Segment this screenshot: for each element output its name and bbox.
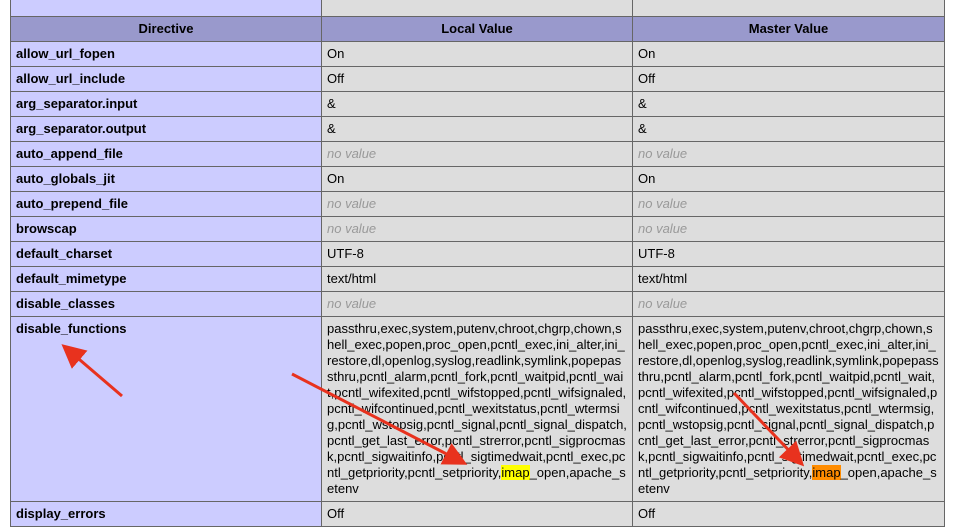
highlight-master: imap xyxy=(812,465,841,480)
table-row: browscap no value no value xyxy=(10,216,945,242)
local-value: no value xyxy=(321,216,633,242)
value-text: passthru,exec,system,putenv,chroot,chgrp… xyxy=(638,321,939,480)
master-value: text/html xyxy=(632,266,945,292)
table-row: auto_prepend_file no value no value xyxy=(10,191,945,217)
table-row: auto_globals_jit On On xyxy=(10,166,945,192)
master-value: & xyxy=(632,116,945,142)
directive-name: disable_classes xyxy=(10,291,322,317)
local-value: UTF-8 xyxy=(321,241,633,267)
table-row: arg_separator.input & & xyxy=(10,91,945,117)
directive-name: default_mimetype xyxy=(10,266,322,292)
master-value: no value xyxy=(632,216,945,242)
directive-name: auto_prepend_file xyxy=(10,191,322,217)
master-value: passthru,exec,system,putenv,chroot,chgrp… xyxy=(632,316,945,502)
table-header-row: Directive Local Value Master Value xyxy=(10,16,945,42)
table-row: arg_separator.output & & xyxy=(10,116,945,142)
local-value: no value xyxy=(321,191,633,217)
phpinfo-core-section: Directive Local Value Master Value allow… xyxy=(10,0,945,527)
local-value: & xyxy=(321,91,633,117)
directive-table: Directive Local Value Master Value xyxy=(10,0,945,42)
previous-table-row xyxy=(10,0,945,17)
master-value: Off xyxy=(632,501,945,527)
table-row-disable-functions: disable_functions passthru,exec,system,p… xyxy=(10,316,945,502)
table-row: default_mimetype text/html text/html xyxy=(10,266,945,292)
directive-name: display_errors xyxy=(10,501,322,527)
previous-local-cell xyxy=(321,0,633,17)
master-value: Off xyxy=(632,66,945,92)
master-value: On xyxy=(632,166,945,192)
directive-name: arg_separator.output xyxy=(10,116,322,142)
no-value-text: no value xyxy=(327,146,377,161)
master-value: no value xyxy=(632,141,945,167)
previous-directive-cell xyxy=(10,0,322,17)
local-value: On xyxy=(321,41,633,67)
directive-name: disable_functions xyxy=(10,316,322,502)
no-value-text: no value xyxy=(327,296,377,311)
table-row: disable_classes no value no value xyxy=(10,291,945,317)
no-value-text: no value xyxy=(638,196,688,211)
table-row: allow_url_fopen On On xyxy=(10,41,945,67)
master-value: no value xyxy=(632,291,945,317)
header-master-value: Master Value xyxy=(632,16,945,42)
local-value: passthru,exec,system,putenv,chroot,chgrp… xyxy=(321,316,633,502)
local-value: text/html xyxy=(321,266,633,292)
table-row: default_charset UTF-8 UTF-8 xyxy=(10,241,945,267)
master-value: no value xyxy=(632,191,945,217)
master-value: UTF-8 xyxy=(632,241,945,267)
no-value-text: no value xyxy=(327,221,377,236)
directive-name: default_charset xyxy=(10,241,322,267)
value-text: passthru,exec,system,putenv,chroot,chgrp… xyxy=(327,321,627,480)
directive-name: allow_url_include xyxy=(10,66,322,92)
local-value: Off xyxy=(321,66,633,92)
table-row: allow_url_include Off Off xyxy=(10,66,945,92)
directive-name: browscap xyxy=(10,216,322,242)
directive-name: allow_url_fopen xyxy=(10,41,322,67)
directive-name: auto_append_file xyxy=(10,141,322,167)
local-value: no value xyxy=(321,291,633,317)
master-value: & xyxy=(632,91,945,117)
no-value-text: no value xyxy=(638,296,688,311)
directive-name: auto_globals_jit xyxy=(10,166,322,192)
header-local-value: Local Value xyxy=(321,16,633,42)
master-value: On xyxy=(632,41,945,67)
table-row: auto_append_file no value no value xyxy=(10,141,945,167)
no-value-text: no value xyxy=(638,221,688,236)
local-value: On xyxy=(321,166,633,192)
table-row-display-errors: display_errors Off Off xyxy=(10,501,945,527)
directive-name: arg_separator.input xyxy=(10,91,322,117)
local-value: Off xyxy=(321,501,633,527)
highlight-local: imap xyxy=(501,465,530,480)
no-value-text: no value xyxy=(638,146,688,161)
local-value: no value xyxy=(321,141,633,167)
no-value-text: no value xyxy=(327,196,377,211)
header-directive: Directive xyxy=(10,16,322,42)
directive-table-body: allow_url_fopen On On allow_url_include Off O… xyxy=(10,41,945,527)
local-value: & xyxy=(321,116,633,142)
previous-master-cell xyxy=(632,0,945,17)
